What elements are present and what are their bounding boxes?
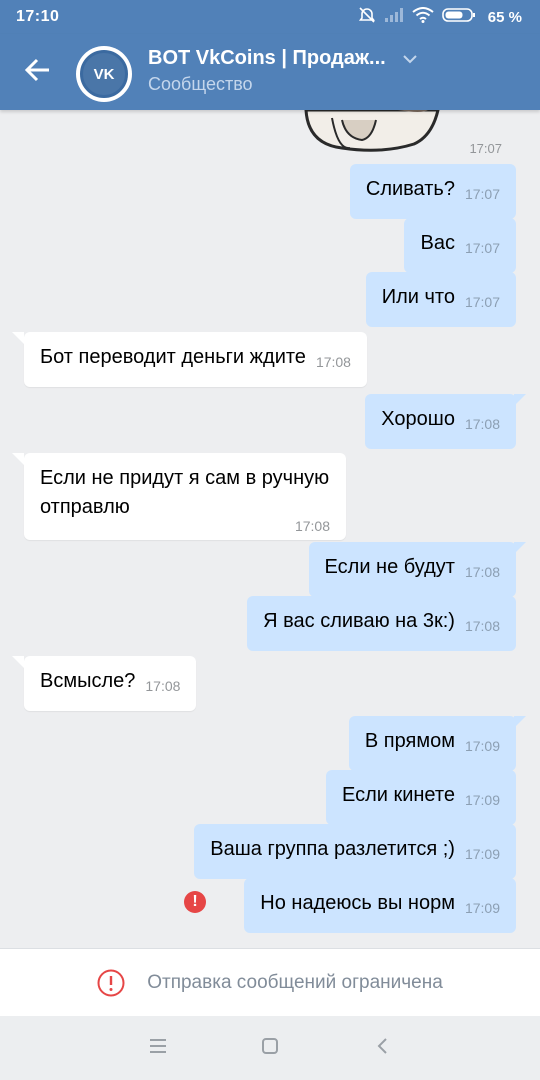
system-nav-bar: [0, 1016, 540, 1080]
signal-icon: [384, 7, 404, 28]
avatar[interactable]: VK: [76, 46, 132, 102]
sticker-image: [304, 110, 440, 152]
message-text: Вас: [420, 232, 455, 254]
bubble-tail: [12, 656, 24, 668]
battery-level: 65 %: [487, 9, 522, 26]
message-outgoing[interactable]: В прямом 17:09: [348, 716, 526, 771]
message-incoming[interactable]: Всмысле? 17:08: [12, 656, 197, 711]
message-list[interactable]: 17:07 Сливать? 17:07 Вас 17:07 Или что 17:0…: [0, 110, 540, 948]
message-time: 17:09: [464, 792, 500, 808]
chevron-down-icon[interactable]: [402, 52, 418, 70]
vk-logo-icon: VK: [80, 50, 128, 98]
battery-icon: [441, 7, 476, 28]
message-outgoing[interactable]: Вас 17:07: [404, 218, 516, 273]
message-outgoing[interactable]: Хорошо 17:08: [365, 394, 526, 449]
wifi-icon: [412, 7, 434, 28]
message-incoming[interactable]: Бот переводит деньги ждите 17:08: [12, 332, 367, 387]
message-text: Бот переводит деньги ждите: [40, 346, 306, 368]
bubble-tail: [514, 542, 526, 554]
message-text: Хорошо: [381, 408, 455, 430]
message-time: 17:08: [464, 416, 500, 432]
message-text: Если не будут: [324, 556, 455, 578]
arrow-left-icon: [24, 58, 52, 87]
message-text: Сливать?: [365, 178, 455, 200]
message-outgoing[interactable]: Или что 17:07: [365, 272, 516, 327]
message-outgoing[interactable]: Если не будут 17:08: [308, 542, 526, 597]
message-outgoing-failed[interactable]: Но надеюсь вы норм 17:09: [244, 878, 516, 933]
back-button[interactable]: [18, 54, 58, 90]
message-time: 17:08: [315, 354, 351, 370]
bubble-tail: [12, 332, 24, 344]
status-bar: 17:10 65 %: [0, 0, 540, 34]
menu-icon: [149, 1038, 167, 1059]
warning-circle-icon: [97, 969, 125, 997]
message-text: Но надеюсь вы норм: [260, 892, 455, 914]
status-icons: 65 %: [358, 6, 522, 29]
square-home-icon: [261, 1037, 279, 1060]
message-text: Всмысле?: [40, 670, 136, 692]
avatar-text: VK: [93, 65, 115, 83]
sticker-time: 17:07: [469, 141, 502, 156]
message-time: 17:07: [464, 240, 500, 256]
chevron-left-icon: [375, 1037, 389, 1060]
messaging-restricted-bar: Отправка сообщений ограничена: [0, 948, 540, 1017]
message-outgoing[interactable]: Я вас сливаю на 3к:) 17:08: [247, 596, 516, 651]
message-time: 17:09: [464, 738, 500, 754]
chat-title[interactable]: BOT VkCoins | Продаж...: [148, 47, 398, 70]
message-time: 17:07: [464, 294, 500, 310]
message-outgoing[interactable]: Ваша группа разлетится ;) 17:09: [194, 824, 516, 879]
home-button[interactable]: [258, 1036, 282, 1060]
message-text: Если кинете: [341, 784, 455, 806]
message-time: 17:09: [464, 846, 500, 862]
send-error-icon[interactable]: !: [184, 891, 206, 913]
menu-button[interactable]: [146, 1036, 170, 1060]
message-outgoing[interactable]: Сливать? 17:07: [349, 164, 516, 219]
message-text: В прямом: [364, 730, 455, 752]
sticker-message[interactable]: 17:07: [302, 110, 512, 156]
message-time: 17:08: [145, 678, 181, 694]
message-incoming[interactable]: Если не придут я сам в ручную отправлю 1…: [12, 453, 346, 540]
nav-back-button[interactable]: [370, 1036, 394, 1060]
message-time: 17:08: [464, 618, 500, 634]
bubble-tail: [514, 716, 526, 728]
message-time: 17:07: [464, 186, 500, 202]
bubble-tail: [514, 394, 526, 406]
message-time: 17:08: [464, 564, 500, 580]
status-time: 17:10: [16, 8, 60, 25]
message-time: 17:09: [464, 900, 500, 916]
message-text: Или что: [381, 286, 455, 308]
chat-header: VK BOT VkCoins | Продаж... Сообщество: [0, 34, 540, 110]
chat-subtitle: Сообщество: [148, 74, 253, 94]
message-outgoing[interactable]: Если кинете 17:09: [325, 770, 516, 825]
alarm-off-icon: [358, 6, 376, 29]
restriction-text: Отправка сообщений ограничена: [147, 972, 443, 993]
message-text-line-1: Если не придут я сам в ручную: [40, 467, 330, 489]
message-text: Ваша группа разлетится ;): [210, 838, 455, 860]
bubble-tail: [12, 453, 24, 465]
message-text: Я вас сливаю на 3к:): [263, 610, 455, 632]
